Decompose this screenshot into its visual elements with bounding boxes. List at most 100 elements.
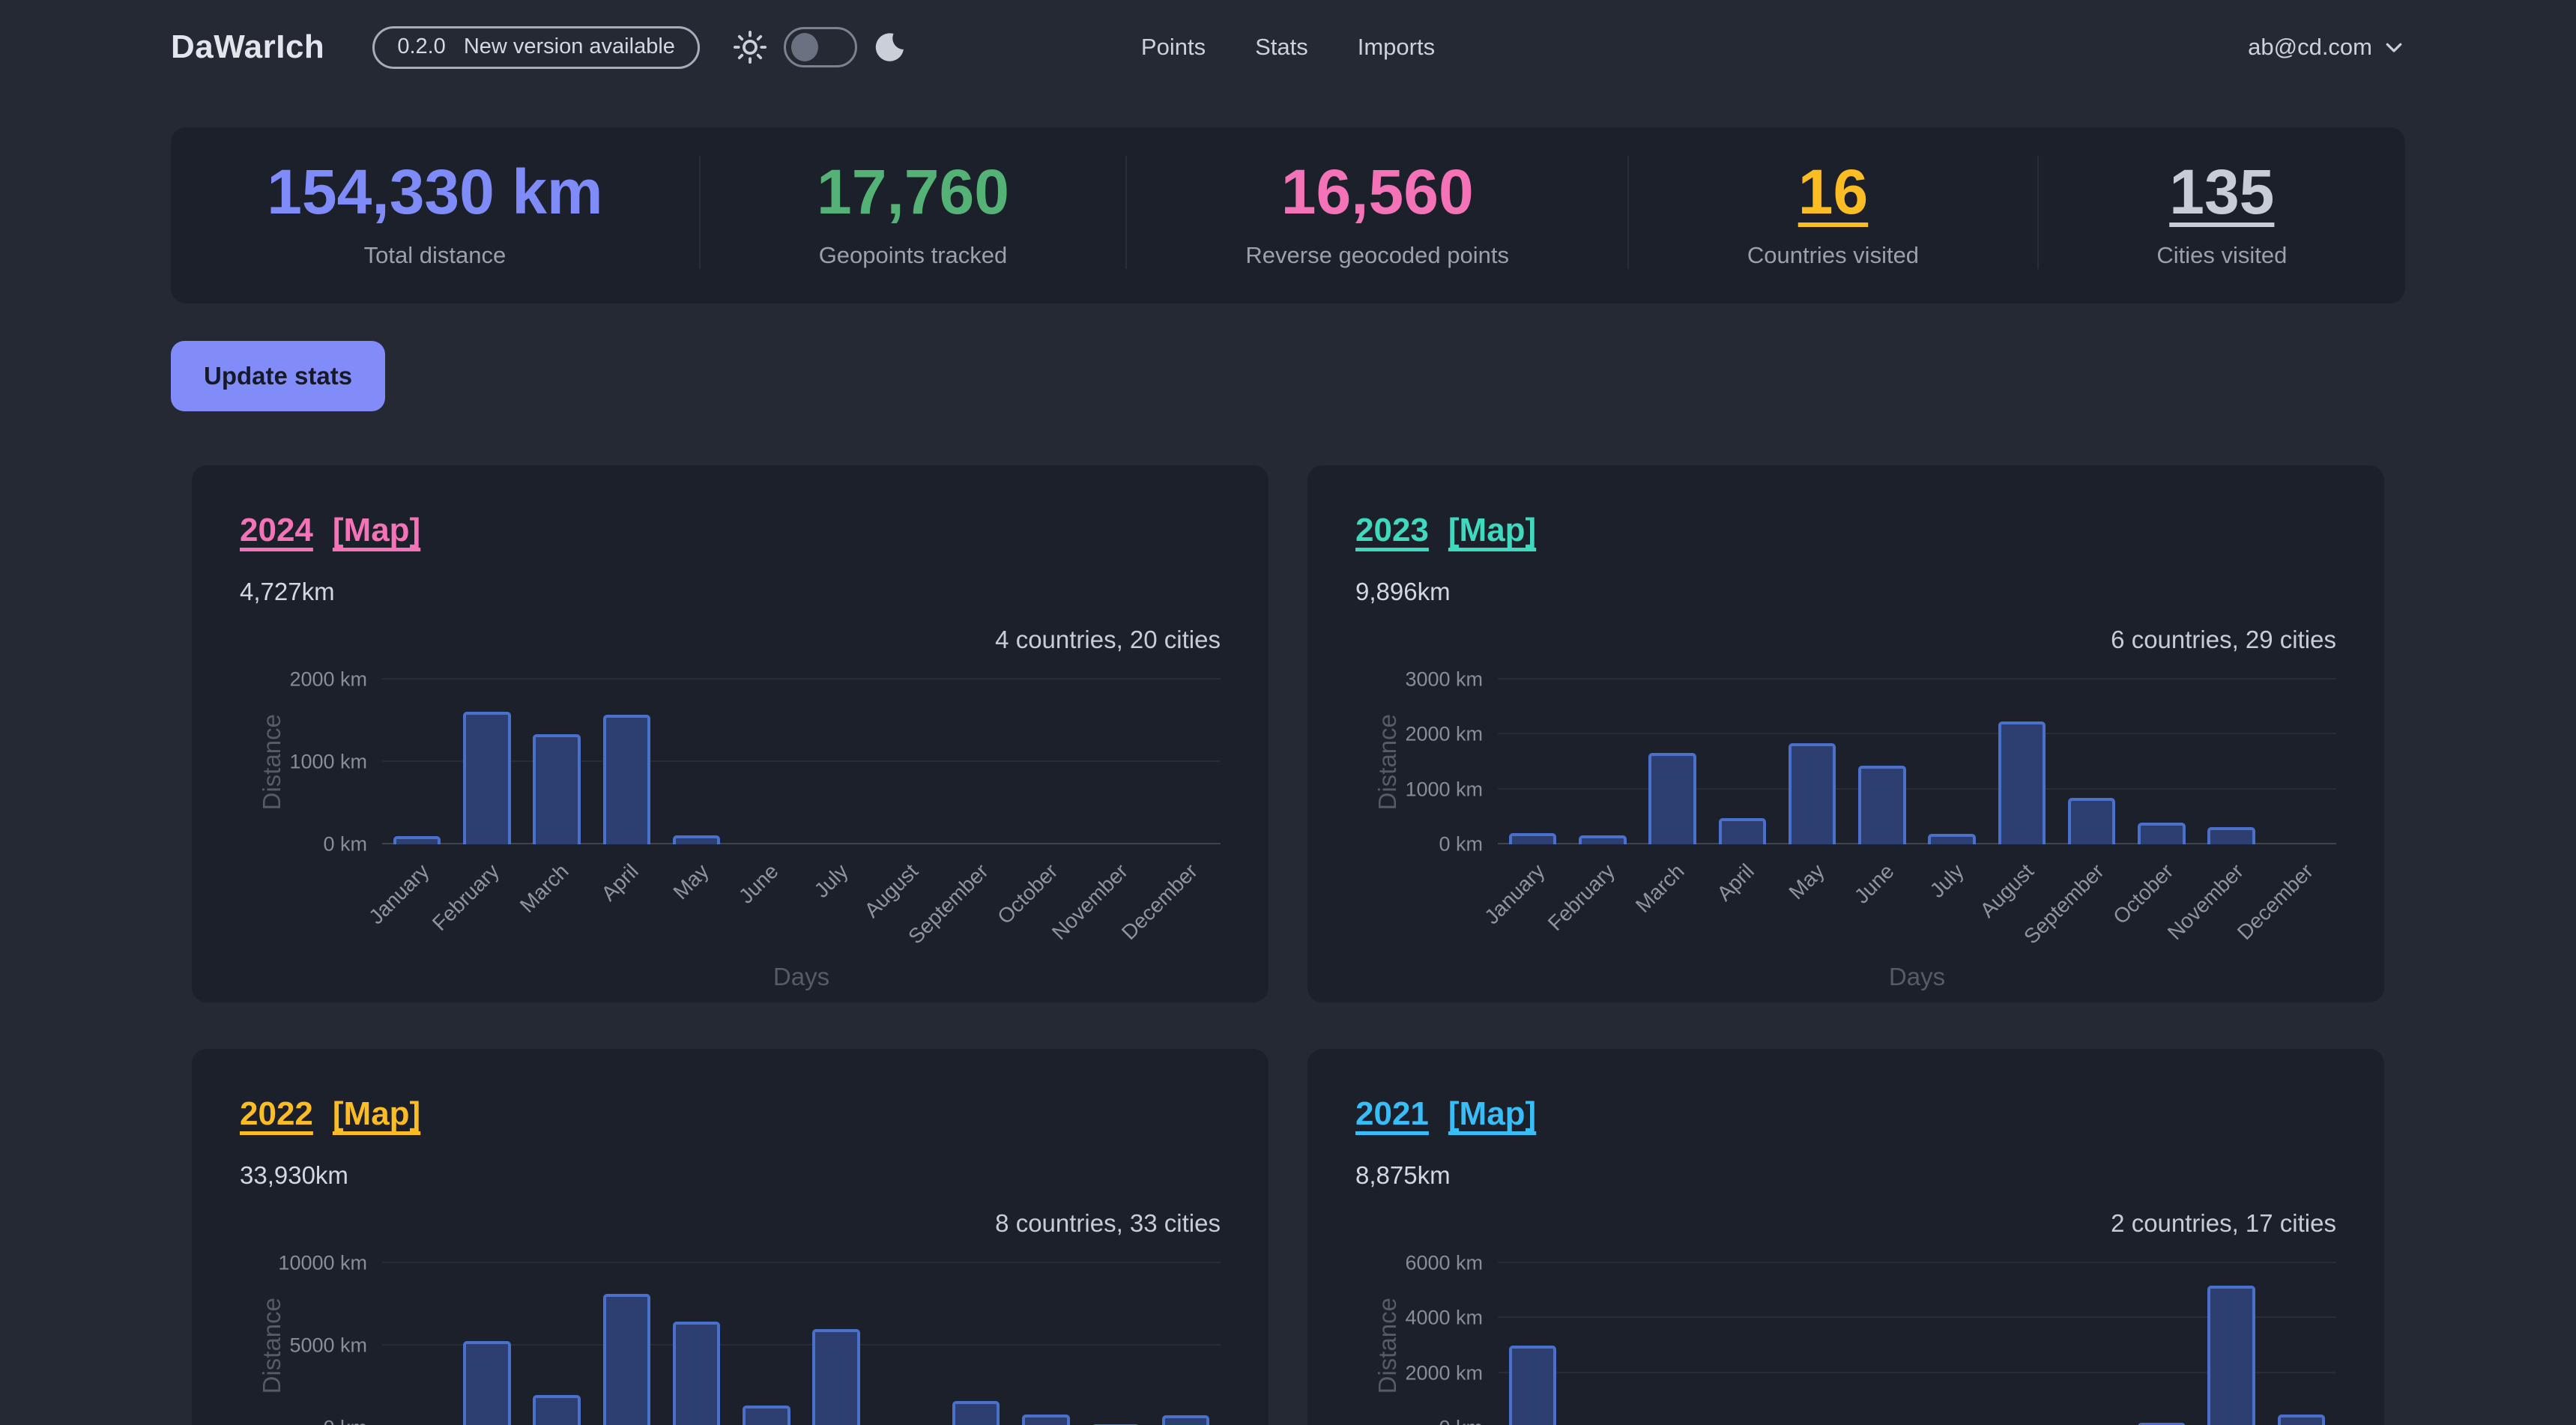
nav-link-stats[interactable]: Stats <box>1255 34 1308 60</box>
bar-february[interactable] <box>463 712 510 844</box>
bar-slot <box>1567 680 1637 844</box>
update-stats-button[interactable]: Update stats <box>171 341 385 411</box>
y-tick-label: 2000 km <box>1405 723 1483 746</box>
year-map-link[interactable]: [Map] <box>333 512 420 549</box>
stat-value[interactable]: 135 <box>2169 156 2274 229</box>
x-tick-label: January <box>1480 859 1549 929</box>
stat-cell: 135 Cities visited <box>2037 156 2405 269</box>
bar-december[interactable] <box>2278 1415 2325 1425</box>
bar-slot <box>1917 1263 1987 1425</box>
top-navbar: DaWarIch 0.2.0 New version available Poi… <box>0 0 2576 94</box>
bar-slot <box>1011 1263 1080 1425</box>
x-tick-label: March <box>1631 859 1690 918</box>
bar-october[interactable] <box>1022 1415 1069 1425</box>
bar-june[interactable] <box>743 1406 790 1425</box>
nav-link-points[interactable]: Points <box>1141 34 1206 60</box>
x-tick-label: March <box>515 859 574 918</box>
bar-slot <box>2197 1263 2267 1425</box>
bar-june[interactable] <box>1858 766 1905 844</box>
year-link[interactable]: 2024 <box>240 512 313 549</box>
bar-january[interactable] <box>1509 833 1556 844</box>
stat-value: 16,560 <box>1281 156 1474 229</box>
theme-toggle-knob <box>791 33 818 61</box>
year-link[interactable]: 2023 <box>1355 512 1429 549</box>
year-map-link[interactable]: [Map] <box>333 1095 420 1133</box>
stat-label: Geopoints tracked <box>716 242 1110 269</box>
x-tick-label: December <box>2233 859 2318 945</box>
bar-november[interactable] <box>2207 1286 2255 1425</box>
bar-slot <box>452 680 521 844</box>
stat-cell: 154,330 km Total distance <box>171 156 699 269</box>
y-tick-label: 0 km <box>323 1417 367 1425</box>
bar-slot <box>2267 680 2336 844</box>
version-badge[interactable]: 0.2.0 New version available <box>372 26 700 69</box>
year-map-link[interactable]: [Map] <box>1448 1095 1536 1133</box>
bar-slot <box>452 1263 521 1425</box>
y-axis-title: Distance <box>258 1263 286 1425</box>
stat-value[interactable]: 16 <box>1798 156 1868 229</box>
bar-slot <box>2126 680 2196 844</box>
year-card-title: 2023 [Map] <box>1355 512 2336 549</box>
year-link[interactable]: 2021 <box>1355 1095 1429 1133</box>
bar-august[interactable] <box>1998 721 2046 844</box>
version-message: New version available <box>464 34 675 59</box>
monthly-distance-chart: Distance0 km1000 km2000 km3000 kmJanuary… <box>1355 680 2336 991</box>
bar-march[interactable] <box>533 734 580 844</box>
bar-july[interactable] <box>1928 834 1975 844</box>
bar-december[interactable] <box>1162 1415 1209 1425</box>
theme-controls <box>733 27 907 67</box>
user-menu[interactable]: ab@cd.com <box>2248 34 2405 61</box>
bar-march[interactable] <box>1648 753 1696 844</box>
bar-september[interactable] <box>2068 798 2115 844</box>
theme-toggle-switch[interactable] <box>784 27 857 67</box>
year-cards-grid: 2024 [Map] 4,727km 4 countries, 20 citie… <box>192 465 2384 1425</box>
y-tick-label: 2000 km <box>289 668 367 692</box>
bar-slot <box>871 680 941 844</box>
year-card: 2021 [Map] 8,875km 2 countries, 17 citie… <box>1307 1049 2384 1425</box>
bar-february[interactable] <box>463 1341 510 1425</box>
year-link[interactable]: 2022 <box>240 1095 313 1133</box>
stat-value: 17,760 <box>817 156 1009 229</box>
year-map-link[interactable]: [Map] <box>1448 512 1536 549</box>
x-tick-label: December <box>1117 859 1203 945</box>
version-number: 0.2.0 <box>397 34 446 59</box>
bar-january[interactable] <box>1509 1346 1556 1425</box>
x-tick-label: July <box>810 859 853 903</box>
bar-november[interactable] <box>2207 827 2255 844</box>
bar-slot <box>1847 680 1917 844</box>
bar-april[interactable] <box>603 1294 650 1425</box>
bar-january[interactable] <box>393 836 441 844</box>
nav-link-imports[interactable]: Imports <box>1358 34 1435 60</box>
y-axis-title: Distance <box>1373 1263 1402 1425</box>
bar-slot <box>382 1263 452 1425</box>
bar-slot <box>1498 680 1567 844</box>
x-tick-label: October <box>993 859 1062 929</box>
bar-july[interactable] <box>812 1329 859 1425</box>
x-tick-label: November <box>2163 859 2249 945</box>
y-axis-title: Distance <box>1373 680 1402 844</box>
bar-slot <box>1708 1263 1777 1425</box>
bar-september[interactable] <box>952 1401 1000 1425</box>
bar-slot <box>2197 680 2267 844</box>
app-logo: DaWarIch <box>171 28 324 66</box>
bar-february[interactable] <box>1579 835 1626 844</box>
bar-april[interactable] <box>1719 818 1766 844</box>
bar-may[interactable] <box>673 1322 720 1425</box>
bar-slot <box>522 680 592 844</box>
y-tick-label: 4000 km <box>1405 1307 1483 1330</box>
bar-april[interactable] <box>603 715 650 844</box>
bar-slot <box>662 1263 731 1425</box>
bar-may[interactable] <box>1789 743 1836 844</box>
bar-march[interactable] <box>533 1395 580 1425</box>
bar-october[interactable] <box>2138 823 2185 844</box>
actions-row: Update stats <box>171 341 2405 411</box>
x-tick-label: April <box>597 859 644 906</box>
bar-may[interactable] <box>673 835 720 844</box>
bar-slot <box>1777 680 1847 844</box>
year-countries-cities: 4 countries, 20 cities <box>240 626 1221 654</box>
x-tick-label: April <box>1713 859 1759 906</box>
x-tick-label: June <box>1850 859 1899 909</box>
year-card-title: 2024 [Map] <box>240 512 1221 549</box>
stat-label: Reverse geocoded points <box>1142 242 1612 269</box>
year-card-title: 2022 [Map] <box>240 1095 1221 1133</box>
